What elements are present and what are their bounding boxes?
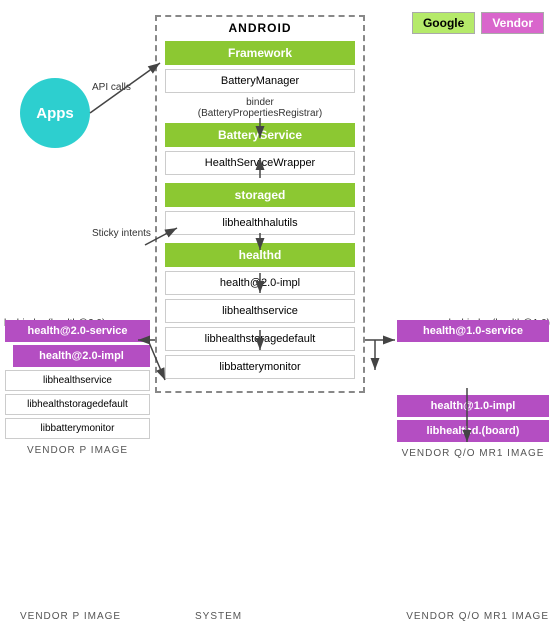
framework-box: Framework [165, 41, 355, 65]
vendor-p-service-box: health@2.0-service [5, 320, 150, 342]
libhealthhalutils-box: libhealthhalutils [165, 211, 355, 235]
android-column: ANDROID Framework BatteryManager binder(… [155, 15, 365, 393]
vendor-p-impl-box: health@2.0-impl [13, 345, 150, 367]
vendor-q-libhealthd-box: libhealthd.(board) [397, 420, 549, 442]
binder-label: binder(BatteryPropertiesRegistrar) [165, 97, 355, 119]
android-title: ANDROID [165, 21, 355, 35]
android-health-impl-box: health@2.0-impl [165, 271, 355, 295]
storaged-box: storaged [165, 183, 355, 207]
diagram-container: Google Vendor Apps API calls Sticky inte… [0, 0, 554, 626]
vendor-p-libhealthstoragedefault-box: libhealthstoragedefault [5, 394, 150, 415]
system-section-label: SYSTEM [195, 611, 242, 622]
vendor-q-service-box: health@1.0-service [397, 320, 549, 342]
google-label: Google [412, 12, 475, 34]
healthd-box: healthd [165, 243, 355, 267]
android-libhealthstoragedefault-box: libhealthstoragedefault [165, 327, 355, 351]
vendor-p-section-label: VENDOR P IMAGE [20, 611, 121, 622]
vendor-p-label: VENDOR P IMAGE [5, 445, 150, 456]
api-calls-annotation: API calls [92, 82, 131, 93]
battery-service-box: BatteryService [165, 123, 355, 147]
api-calls-text: API calls [92, 82, 131, 93]
vendor-p-libbatterymonitor-box: libbatterymonitor [5, 418, 150, 439]
vendor-p-libhealthservice-box: libhealthservice [5, 370, 150, 391]
vendor-label: Vendor [481, 12, 544, 34]
apps-text: Apps [36, 105, 74, 122]
vendor-q-section-label: VENDOR Q/O MR1 IMAGE [406, 611, 549, 622]
vendor-q-label: VENDOR Q/O MR1 IMAGE [397, 448, 549, 459]
battery-manager-box: BatteryManager [165, 69, 355, 93]
apps-circle: Apps [20, 78, 90, 148]
health-service-wrapper-box: HealthServiceWrapper [165, 151, 355, 175]
vendor-q-column: health@1.0-service health@1.0-impl libhe… [397, 320, 549, 459]
android-libhealthservice-box: libhealthservice [165, 299, 355, 323]
vendor-p-column: health@2.0-service health@2.0-impl libhe… [5, 320, 150, 456]
top-labels: Google Vendor [412, 12, 544, 34]
vendor-q-impl-box: health@1.0-impl [397, 395, 549, 417]
sticky-intents-text: Sticky intents [92, 228, 151, 239]
android-libbatterymonitor-box: libbatterymonitor [165, 355, 355, 379]
sticky-intents-annotation: Sticky intents [92, 228, 151, 239]
